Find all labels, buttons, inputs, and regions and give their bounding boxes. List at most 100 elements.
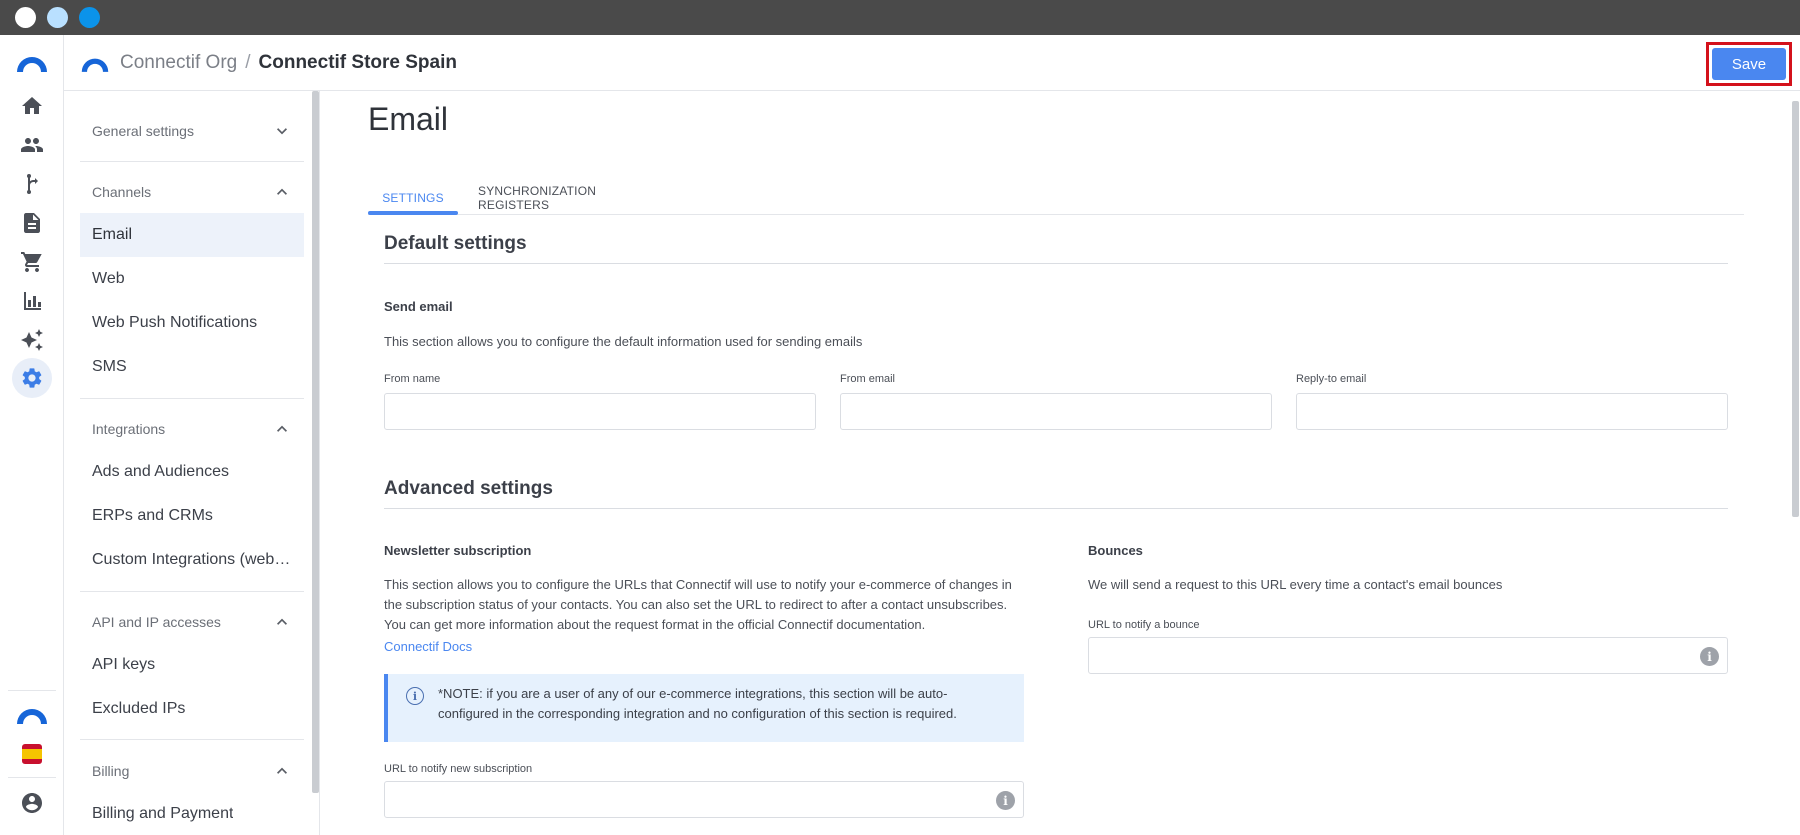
spain-flag-icon[interactable] [22, 744, 42, 764]
from-email-label: From email [840, 373, 896, 385]
chart-icon[interactable] [16, 285, 48, 317]
bounces-description: We will send a request to this URL every… [1088, 577, 1503, 592]
section-label: API and IP accesses [92, 614, 221, 630]
sidebar-item-billing-payment[interactable]: Billing and Payment [80, 792, 304, 835]
bounce-url-input[interactable]: i [1088, 637, 1728, 674]
section-integrations[interactable]: Integrations [80, 409, 304, 449]
sidebar-item-label: Ads and Audiences [92, 463, 229, 480]
window-minimize-button[interactable] [47, 7, 68, 28]
workflow-icon[interactable] [16, 168, 48, 200]
section-api-ip[interactable]: API and IP accesses [80, 602, 304, 642]
sidebar-item-label: SMS [92, 358, 127, 375]
sidebar-item-excluded-ips[interactable]: Excluded IPs [80, 687, 304, 731]
section-divider [80, 739, 304, 740]
rail-divider [8, 777, 56, 778]
people-icon[interactable] [16, 129, 48, 161]
section-label: General settings [92, 123, 194, 139]
chevron-up-icon [277, 618, 287, 625]
tab-bar: SETTINGS SYNCHRONIZATION REGISTERS [368, 181, 1744, 215]
sidebar-scrollbar[interactable] [312, 91, 319, 793]
sidebar-item-ads-audiences[interactable]: Ads and Audiences [80, 450, 304, 494]
gear-icon[interactable] [12, 358, 52, 398]
default-settings-title: Default settings [384, 233, 527, 254]
section-divider [80, 398, 304, 399]
info-icon: i [406, 687, 424, 705]
window-titlebar [0, 0, 1800, 35]
new-subscription-url-label: URL to notify new subscription [384, 763, 533, 775]
new-subscription-url-input[interactable]: i [384, 781, 1024, 818]
tab-synchronization-registers[interactable]: SYNCHRONIZATION REGISTERS [478, 181, 658, 215]
top-header: Connectif Org / Connectif Store Spain Save [64, 35, 1800, 91]
chevron-up-icon [277, 767, 287, 774]
home-icon[interactable] [16, 90, 48, 122]
newsletter-subscription-title: Newsletter subscription [384, 543, 532, 558]
section-label: Integrations [92, 421, 166, 437]
section-channels[interactable]: Channels [80, 172, 304, 212]
from-email-input[interactable] [840, 393, 1272, 430]
breadcrumb-org[interactable]: Connectif Org [120, 52, 237, 73]
icon-rail [0, 35, 64, 835]
section-label: Channels [92, 184, 152, 200]
info-icon[interactable]: i [996, 791, 1015, 810]
advanced-settings-title: Advanced settings [384, 478, 553, 499]
connectif-logo-icon[interactable] [15, 52, 49, 72]
main-scrollbar[interactable] [1792, 101, 1799, 517]
from-name-input[interactable] [384, 393, 816, 430]
cart-icon[interactable] [16, 246, 48, 278]
breadcrumb-store[interactable]: Connectif Store Spain [259, 52, 457, 73]
bounce-url-label: URL to notify a bounce [1088, 619, 1200, 631]
sidebar-item-web[interactable]: Web [80, 257, 304, 301]
sidebar-item-sms[interactable]: SMS [80, 345, 304, 389]
page-title: Email [368, 101, 449, 137]
section-divider [80, 161, 304, 162]
save-button[interactable]: Save [1712, 48, 1786, 80]
send-email-description: This section allows you to configure the… [384, 334, 863, 349]
window-maximize-button[interactable] [79, 7, 100, 28]
sidebar-item-web-push[interactable]: Web Push Notifications [80, 301, 304, 345]
note-text: *NOTE: if you are a user of any of our e… [438, 686, 957, 721]
info-icon[interactable]: i [1700, 647, 1719, 666]
from-name-label: From name [384, 373, 441, 385]
reply-to-email-input[interactable] [1296, 393, 1728, 430]
connectif-brand-icon [81, 58, 109, 72]
sidebar-item-label: Web [92, 270, 125, 287]
sidebar-item-email[interactable]: Email [80, 213, 304, 257]
send-email-title: Send email [384, 299, 453, 314]
sidebar-item-label: ERPs and CRMs [92, 507, 213, 524]
sidebar-item-api-keys[interactable]: API keys [80, 643, 304, 687]
main-content: Email SETTINGS SYNCHRONIZATION REGISTERS… [320, 91, 1800, 835]
sparkle-icon[interactable] [16, 324, 48, 356]
chevron-up-icon [277, 188, 287, 195]
document-icon[interactable] [16, 207, 48, 239]
user-account-icon[interactable] [16, 787, 48, 819]
tab-settings[interactable]: SETTINGS [368, 181, 458, 215]
section-general-settings[interactable]: General settings [80, 111, 304, 151]
integration-note: i *NOTE: if you are a user of any of our… [384, 674, 1024, 742]
window-close-button[interactable] [15, 7, 36, 28]
section-divider [80, 591, 304, 592]
chevron-up-icon [277, 425, 287, 432]
active-tab-indicator [368, 211, 458, 215]
settings-sidebar: General settings Channels Email Web Web … [64, 91, 320, 835]
section-billing[interactable]: Billing [80, 751, 304, 791]
section-divider [384, 263, 1728, 264]
sidebar-item-label: Web Push Notifications [92, 314, 258, 331]
connectif-docs-link[interactable]: Connectif Docs [384, 639, 472, 654]
sidebar-item-custom-integrations[interactable]: Custom Integrations (webh… [80, 538, 304, 582]
sidebar-item-erps-crms[interactable]: ERPs and CRMs [80, 494, 304, 538]
newsletter-description: This section allows you to configure the… [384, 577, 1012, 632]
sidebar-item-label: Billing and Payment [92, 805, 234, 822]
account-logo-icon[interactable] [15, 704, 49, 724]
sidebar-item-label: Custom Integrations (webh… [92, 551, 292, 568]
bounces-title: Bounces [1088, 543, 1143, 558]
sidebar-item-label: Excluded IPs [92, 700, 186, 717]
save-button-highlight: Save [1706, 42, 1792, 86]
reply-to-email-label: Reply-to email [1296, 373, 1367, 385]
sidebar-item-label: Email [92, 226, 133, 243]
sidebar-item-label: API keys [92, 656, 156, 673]
rail-divider [8, 690, 56, 691]
breadcrumb-separator: / [245, 52, 251, 73]
breadcrumb: Connectif Org / Connectif Store Spain [120, 52, 457, 74]
section-divider [384, 508, 1728, 509]
section-label: Billing [92, 763, 130, 779]
